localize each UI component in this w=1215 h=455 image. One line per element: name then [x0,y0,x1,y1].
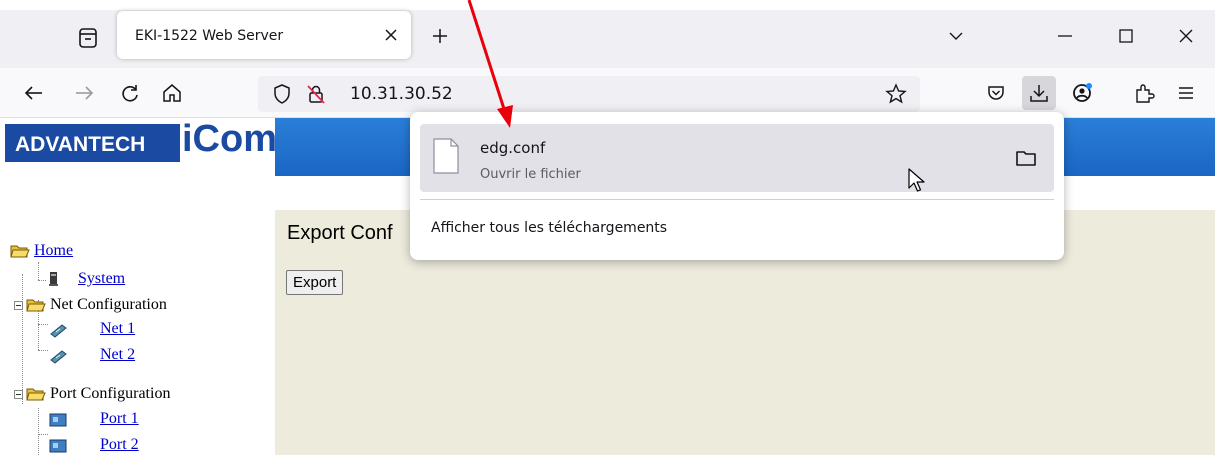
show-all-downloads-link[interactable]: Afficher tous les téléchargements [431,220,667,236]
mouse-cursor-icon [908,168,925,192]
tree-link-port-1[interactable]: Port 1 [100,410,139,428]
menu-icon[interactable] [1174,81,1198,105]
tab-bar: EKI-1522 Web Server [0,0,1215,68]
close-icon[interactable] [381,25,401,45]
folder-open-icon [26,299,46,312]
extensions-icon[interactable] [1132,81,1156,105]
reload-icon[interactable] [118,81,142,105]
bookmark-star-icon[interactable] [884,82,908,106]
forward-icon[interactable] [72,81,96,105]
url-bar[interactable]: 10.31.30.52 [258,76,920,112]
logo-product-text: iCom [182,118,277,160]
panel-divider [420,199,1054,200]
maximize-icon[interactable] [1116,26,1136,46]
tree-label-port-configuration: Port Configuration [50,385,171,402]
collapse-port-config-icon[interactable] [14,390,23,399]
tree-item-net-1[interactable]: Net 1 [48,318,248,342]
new-tab-icon[interactable] [430,26,450,46]
tree-label-net-configuration: Net Configuration [50,296,167,313]
tab-title: EKI-1522 Web Server [135,28,284,44]
tree-item-net-2[interactable]: Net 2 [48,344,248,368]
tree-item-port-configuration[interactable]: Port Configuration [26,383,266,407]
chevron-down-icon[interactable] [946,26,966,46]
window-close-icon[interactable] [1176,26,1196,46]
tree-link-net-2[interactable]: Net 2 [100,346,135,364]
folder-open-icon [10,245,30,258]
tree-item-net-configuration[interactable]: Net Configuration [26,294,266,318]
navigation-tree: Home System Net Configuration Net 1 Net … [0,238,275,455]
serial-port-icon [49,439,67,453]
download-filename: edg.conf [480,139,546,157]
file-icon [433,138,459,174]
tree-link-net-1[interactable]: Net 1 [100,320,135,338]
download-icon [1030,85,1048,102]
download-item[interactable]: edg.conf Ouvrir le fichier [420,124,1054,192]
download-status: Ouvrir le fichier [480,167,581,182]
downloads-button[interactable] [1022,76,1056,110]
insecure-lock-icon[interactable] [304,82,328,106]
folder-icon[interactable] [1014,146,1038,170]
tree-link-home[interactable]: Home [34,242,73,260]
tree-item-port-1[interactable]: Port 1 [48,408,248,432]
network-icon [50,350,67,364]
tab-eki-web-server[interactable]: EKI-1522 Web Server [117,11,411,59]
export-button[interactable]: Export [286,270,344,295]
logo-area: ADVANTECH iCom [0,118,277,176]
tree-item-port-2[interactable]: Port 2 [48,434,248,455]
serial-port-icon [49,413,67,427]
account-icon[interactable] [1070,81,1094,105]
logo-brand-text: ADVANTECH [15,133,146,156]
page-title: Export Conf [287,222,393,244]
server-icon [49,272,58,286]
back-icon[interactable] [22,81,46,105]
folder-open-icon [26,388,46,401]
advantech-logo: ADVANTECH [5,124,180,162]
tab-list-icon[interactable] [76,26,100,50]
collapse-net-config-icon[interactable] [14,301,23,310]
tree-link-port-2[interactable]: Port 2 [100,436,139,454]
pocket-icon[interactable] [984,81,1008,105]
tree-link-system[interactable]: System [78,270,125,288]
downloads-panel: edg.conf Ouvrir le fichier Afficher tous… [410,112,1064,260]
navigation-toolbar: 10.31.30.52 [0,68,1215,118]
home-icon[interactable] [160,81,184,105]
url-text[interactable]: 10.31.30.52 [350,84,453,104]
tree-item-system[interactable]: System [44,268,244,292]
network-icon [50,324,67,338]
tree-item-home[interactable]: Home [10,240,210,264]
minimize-icon[interactable] [1055,26,1075,46]
shield-icon[interactable] [270,82,294,106]
